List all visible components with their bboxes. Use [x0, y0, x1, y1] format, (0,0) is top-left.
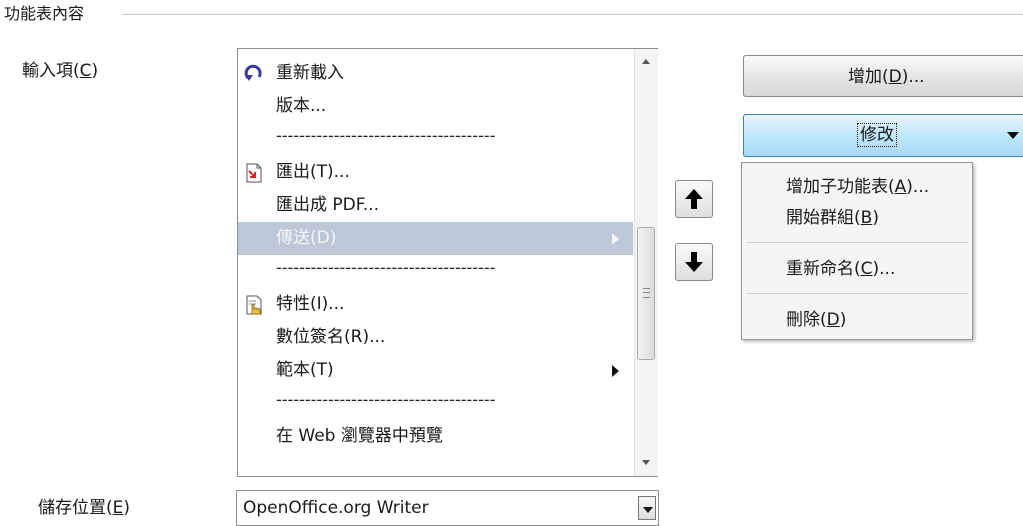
scroll-down-icon	[642, 460, 650, 465]
menu-separator	[746, 293, 968, 294]
list-item-separator[interactable]: --------------------------------------	[238, 387, 633, 420]
group-title: 功能表內容	[4, 4, 85, 23]
scroll-up-icon	[642, 59, 650, 64]
list-item-reload[interactable]: 重新載入	[238, 57, 633, 90]
save-label-text: 儲存位置(	[38, 498, 113, 518]
list-item-label: 版本...	[276, 96, 327, 116]
dropdown-arrow-icon	[1007, 132, 1019, 139]
add-button-text: 增加(	[848, 67, 889, 87]
scroll-down-button[interactable]	[635, 450, 658, 476]
list-item-label: 特性(I)...	[276, 294, 345, 314]
properties-icon	[246, 295, 262, 315]
menu-item-mnemonic: A	[894, 177, 907, 197]
save-location-label: 儲存位置(E)	[38, 497, 130, 519]
menu-item-begin-group[interactable]: 開始群組(B)	[786, 207, 879, 229]
save-label-mnemonic: E	[112, 498, 124, 518]
list-item-separator[interactable]: --------------------------------------	[238, 255, 633, 288]
menu-item-rename[interactable]: 重新命名(C)...	[786, 258, 895, 280]
save-location-value: OpenOffice.org Writer	[243, 498, 429, 518]
reload-icon	[244, 64, 262, 81]
arrow-up-icon	[685, 189, 703, 209]
add-button-mnemonic: D	[888, 67, 902, 87]
move-up-button[interactable]	[675, 180, 713, 218]
scroll-thumb[interactable]	[637, 227, 655, 360]
menu-item-text: 開始群組(	[786, 208, 861, 228]
menu-entries-list[interactable]: 重新載入 版本... -----------------------------…	[237, 48, 658, 477]
list-item-digital-signature[interactable]: 數位簽名(R)...	[238, 321, 633, 354]
menu-item-add-submenu[interactable]: 增加子功能表(A)...	[786, 176, 929, 198]
list-item-templates[interactable]: 範本(T)	[238, 354, 633, 387]
list-item-label: --------------------------------------	[276, 258, 496, 277]
scroll-up-button[interactable]	[635, 49, 658, 75]
menu-item-suffix: )...	[906, 177, 930, 197]
grip-icon	[643, 288, 650, 298]
vertical-scrollbar[interactable]	[634, 49, 658, 476]
list-item-send[interactable]: 傳送(D)	[238, 222, 633, 255]
list-item-label: 在 Web 瀏覽器中預覽	[276, 426, 443, 446]
list-item-separator[interactable]: --------------------------------------	[238, 123, 633, 156]
list-item-label: 數位簽名(R)...	[276, 327, 386, 347]
chevron-down-icon	[643, 507, 653, 513]
list-item-label: 範本(T)	[276, 360, 334, 380]
add-button-label: 增加(D)...	[848, 66, 925, 88]
submenu-arrow-icon	[612, 233, 619, 245]
add-button-suffix: )...	[901, 67, 925, 87]
list-item-properties[interactable]: 特性(I)...	[238, 288, 633, 321]
dropdown-button[interactable]	[638, 496, 656, 520]
list-item-label: --------------------------------------	[276, 126, 496, 145]
list-item-label: 匯出(T)...	[276, 162, 350, 182]
list-item-export[interactable]: 匯出(T)...	[238, 156, 633, 189]
menu-item-text: 刪除(	[786, 310, 827, 330]
list-item-label: 傳送(D)	[276, 228, 337, 248]
list-item-label: 重新載入	[276, 63, 344, 83]
menu-item-mnemonic: C	[860, 259, 873, 279]
menu-item-delete[interactable]: 刪除(D)	[786, 309, 846, 331]
modify-button[interactable]: 修改	[743, 114, 1023, 157]
modify-button-label: 修改	[857, 123, 897, 147]
list-item-versions[interactable]: 版本...	[238, 90, 633, 123]
menu-item-suffix: )	[872, 208, 879, 228]
submenu-arrow-icon	[612, 365, 619, 377]
add-button[interactable]: 增加(D)...	[743, 55, 1023, 97]
menu-item-mnemonic: B	[860, 208, 873, 228]
list-item-label: 匯出成 PDF...	[276, 195, 380, 215]
export-icon	[246, 163, 262, 183]
modify-menu: 增加子功能表(A)... 開始群組(B) 重新命名(C)... 刪除(D)	[741, 162, 973, 340]
save-location-select[interactable]: OpenOffice.org Writer	[236, 490, 659, 526]
list-item-export-pdf[interactable]: 匯出成 PDF...	[238, 189, 633, 222]
entries-label-text: 輸入項(	[22, 61, 80, 81]
entries-label: 輸入項(C)	[22, 60, 98, 82]
menu-item-mnemonic: D	[826, 310, 840, 330]
save-label-suffix: )	[123, 498, 131, 518]
menu-item-suffix: )	[839, 310, 847, 330]
arrow-down-icon	[685, 252, 703, 272]
menu-item-suffix: )...	[872, 259, 896, 279]
move-down-button[interactable]	[675, 243, 713, 281]
group-divider	[122, 14, 1023, 15]
entries-label-mnemonic: C	[79, 61, 92, 81]
menu-item-text: 重新命名(	[786, 259, 861, 279]
list-item-web-preview[interactable]: 在 Web 瀏覽器中預覽	[238, 420, 633, 453]
menu-item-text: 增加子功能表(	[786, 177, 895, 197]
list-item-label: --------------------------------------	[276, 390, 496, 409]
entries-label-suffix: )	[91, 61, 99, 81]
menu-separator	[746, 242, 968, 243]
